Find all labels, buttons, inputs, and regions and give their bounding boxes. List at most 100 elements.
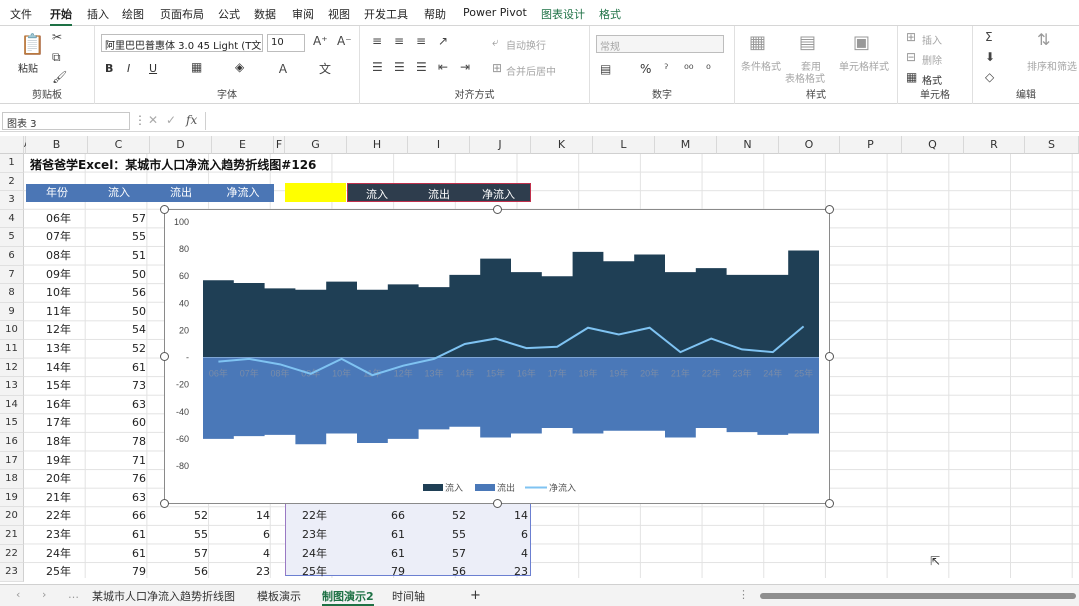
column-header-f[interactable]: F (274, 136, 285, 154)
row-header-1[interactable]: 1 (0, 154, 24, 173)
row-header-2[interactable]: 2 (0, 172, 24, 192)
cell-year[interactable]: 11年 (46, 303, 71, 321)
wrap-text-icon[interactable]: ⤶ (492, 35, 499, 50)
column-header-c[interactable]: C (88, 136, 150, 154)
row-header-15[interactable]: 15 (0, 414, 24, 433)
cell-year[interactable]: 08年 (46, 247, 71, 265)
accounting-icon[interactable]: ▤ (600, 62, 611, 76)
cell-style-button[interactable]: 单元格样式 (839, 58, 889, 73)
cell-outflow[interactable]: 57 (150, 545, 208, 563)
cell-inflow[interactable]: 73 (88, 377, 146, 395)
cell-year[interactable]: 10年 (46, 284, 71, 302)
align-bottom-icon[interactable]: ≡ (416, 34, 426, 48)
font-color-icon[interactable]: Ａ (277, 60, 289, 77)
cell-helper-inflow[interactable]: 66 (347, 507, 405, 525)
cell-inflow[interactable]: 60 (88, 414, 146, 432)
number-format-combo[interactable]: 常规 (596, 35, 724, 53)
cell-inflow[interactable]: 61 (88, 526, 146, 544)
underline-button[interactable]: U (149, 62, 157, 75)
sheet-more-icon[interactable]: … (68, 588, 79, 601)
column-header-h[interactable]: H (347, 136, 408, 154)
phonetic-icon[interactable]: 文 (319, 60, 331, 77)
cell-helper-net[interactable]: 6 (470, 526, 528, 544)
cell-inflow[interactable]: 71 (88, 452, 146, 470)
row-header-9[interactable]: 9 (0, 302, 24, 322)
tab-developer[interactable]: 开发工具 (364, 6, 408, 22)
wrap-text-button[interactable]: 自动换行 (506, 37, 546, 52)
row-header-18[interactable]: 18 (0, 470, 24, 489)
chart-handle-tr[interactable] (825, 205, 834, 214)
cell-inflow[interactable]: 50 (88, 266, 146, 284)
cell-year[interactable]: 09年 (46, 266, 71, 284)
copy-icon[interactable]: ⧉ (52, 50, 61, 65)
row-header-11[interactable]: 11 (0, 340, 24, 359)
sort-filter-icon[interactable]: ⇅ (1037, 30, 1050, 49)
cell-helper-outflow[interactable]: 55 (408, 526, 466, 544)
tab-formulas[interactable]: 公式 (218, 6, 240, 22)
cell-outflow[interactable]: 55 (150, 526, 208, 544)
cell-helper-year[interactable]: 22年 (302, 507, 327, 525)
add-sheet-button[interactable]: + (470, 588, 481, 603)
column-header-k[interactable]: K (531, 136, 593, 154)
font-name-combo[interactable]: 阿里巴巴普惠体 3.0 45 Light (T文 (101, 34, 263, 52)
cancel-icon[interactable]: ✕ (148, 113, 158, 127)
cell-inflow[interactable]: 56 (88, 284, 146, 302)
align-top-icon[interactable]: ≡ (372, 34, 382, 48)
row-header-14[interactable]: 14 (0, 395, 24, 415)
cell-outflow[interactable]: 52 (150, 507, 208, 525)
clear-icon[interactable]: ◇ (985, 70, 994, 84)
bold-button[interactable]: B (105, 62, 113, 75)
fill-color-icon[interactable]: ◈ (235, 60, 244, 74)
column-header-g[interactable]: G (285, 136, 347, 154)
chart-handle-bl[interactable] (160, 499, 169, 508)
cell-helper-outflow[interactable]: 57 (408, 545, 466, 563)
header-inflow[interactable]: 流入 (88, 184, 150, 202)
table-format-button-line2[interactable]: 表格格式 (785, 70, 825, 85)
grow-font-icon[interactable]: A⁺ (313, 34, 328, 48)
cell-year[interactable]: 22年 (46, 507, 71, 525)
column-header-q[interactable]: Q (902, 136, 964, 154)
chart-handle-mr[interactable] (825, 352, 834, 361)
cell-year[interactable]: 16年 (46, 396, 71, 414)
comma-icon[interactable]: ˀ (664, 62, 668, 76)
header-outflow[interactable]: 流出 (150, 184, 212, 202)
cell-year[interactable]: 18年 (46, 433, 71, 451)
name-box[interactable]: 图表 3 (2, 112, 130, 130)
cell-outflow[interactable]: 56 (150, 563, 208, 581)
cell-net[interactable]: 23 (212, 563, 270, 581)
row-header-21[interactable]: 21 (0, 526, 24, 545)
cell-inflow[interactable]: 54 (88, 321, 146, 339)
cell-helper-net[interactable]: 4 (470, 545, 528, 563)
cell-inflow[interactable]: 51 (88, 247, 146, 265)
align-center-icon[interactable]: ☰ (394, 60, 405, 74)
more-icon[interactable]: ⋮ (134, 113, 146, 127)
align-right-icon[interactable]: ☰ (416, 60, 427, 74)
paste-icon[interactable]: 📋 (20, 32, 45, 56)
cell-year[interactable]: 07年 (46, 228, 71, 246)
fill-icon[interactable]: ⬇ (985, 50, 995, 64)
row-header-22[interactable]: 22 (0, 544, 24, 564)
tab-split-icon[interactable]: ⋮ (738, 588, 749, 601)
cell-helper-net[interactable]: 23 (470, 563, 528, 581)
column-header-i[interactable]: I (408, 136, 470, 154)
column-header-d[interactable]: D (150, 136, 212, 154)
chart-handle-br[interactable] (825, 499, 834, 508)
tab-chart-design[interactable]: 图表设计 (541, 6, 585, 22)
cell-inflow[interactable]: 78 (88, 433, 146, 451)
row-header-12[interactable]: 12 (0, 358, 24, 378)
sheet-tab-1[interactable]: 某城市人口净流入趋势折线图 (92, 588, 235, 604)
cell-style-icon[interactable]: ▣ (853, 32, 870, 53)
outdent-icon[interactable]: ⇥ (460, 60, 470, 74)
paste-button[interactable]: 粘贴 (18, 60, 38, 75)
cell-helper-year[interactable]: 25年 (302, 563, 327, 581)
tab-draw[interactable]: 绘图 (122, 6, 144, 22)
conditional-format-button[interactable]: 条件格式 (741, 58, 781, 73)
helper-header[interactable]: 流入 流出 净流入 (347, 183, 531, 202)
sort-filter-button[interactable]: 排序和筛选 (1027, 58, 1077, 73)
column-header-p[interactable]: P (840, 136, 902, 154)
cell-year[interactable]: 14年 (46, 359, 71, 377)
cell-net[interactable]: 6 (212, 526, 270, 544)
tab-file[interactable]: 文件 (10, 6, 32, 22)
sheet-tab-3[interactable]: 制图演示2 (322, 588, 374, 606)
tab-home[interactable]: 开始 (50, 6, 72, 26)
